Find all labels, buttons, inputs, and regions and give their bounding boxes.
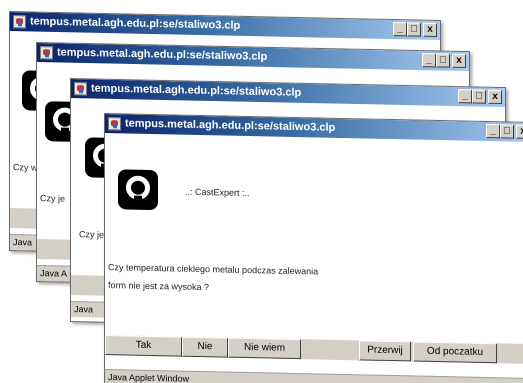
java-cup-icon [74,82,87,96]
title-bar[interactable]: tempus.metal.agh.edu.pl:se/staliwo3.clp … [10,12,440,41]
yes-button[interactable]: Tak [105,335,182,357]
java-cup-icon [13,15,26,29]
app-name: ..: CastExpert :.. [185,186,250,199]
castexpert-logo-icon [118,169,158,211]
maximize-button[interactable]: □ [500,124,514,139]
maximize-button[interactable]: □ [436,53,450,68]
maximize-button[interactable]: □ [407,22,421,37]
window-title: tempus.metal.agh.edu.pl:se/staliwo3.clp [30,15,241,32]
maximize-button[interactable]: □ [472,89,486,104]
dont-know-button[interactable]: Nie wiem [228,337,301,360]
question-text: Czy je [40,193,66,204]
status-bar: Java Applet Window [105,369,523,383]
window-title: tempus.metal.agh.edu.pl:se/staliwo3.clp [57,46,268,63]
question-text: Czy je [79,229,105,240]
java-cup-icon [40,46,53,60]
button-row: Tak Nie Nie wiem Przerwij Od poczatku [105,335,523,364]
close-button[interactable]: x [423,22,437,37]
restart-button[interactable]: Od poczatku [413,341,497,364]
question-text: Czy w [13,162,38,173]
minimize-button[interactable]: _ [458,89,472,104]
java-cup-icon [108,117,121,131]
window-title: tempus.metal.agh.edu.pl:se/staliwo3.clp [125,117,336,134]
question-line-2: form nie jest za wysoka ? [108,280,210,293]
close-button[interactable]: x [516,124,523,139]
close-button[interactable]: x [452,53,466,69]
minimize-button[interactable]: _ [486,124,500,139]
minimize-button[interactable]: _ [393,22,407,37]
window-title: tempus.metal.agh.edu.pl:se/staliwo3.clp [91,82,302,99]
close-button[interactable]: x [488,89,502,105]
question-line-1: Czy temperatura cieklego metalu podczas … [108,262,319,277]
applet-window-front: tempus.metal.agh.edu.pl:se/staliwo3.clp … [104,113,523,383]
abort-button[interactable]: Przerwij [359,340,411,362]
no-button[interactable]: Nie [182,336,228,358]
minimize-button[interactable]: _ [422,53,436,68]
